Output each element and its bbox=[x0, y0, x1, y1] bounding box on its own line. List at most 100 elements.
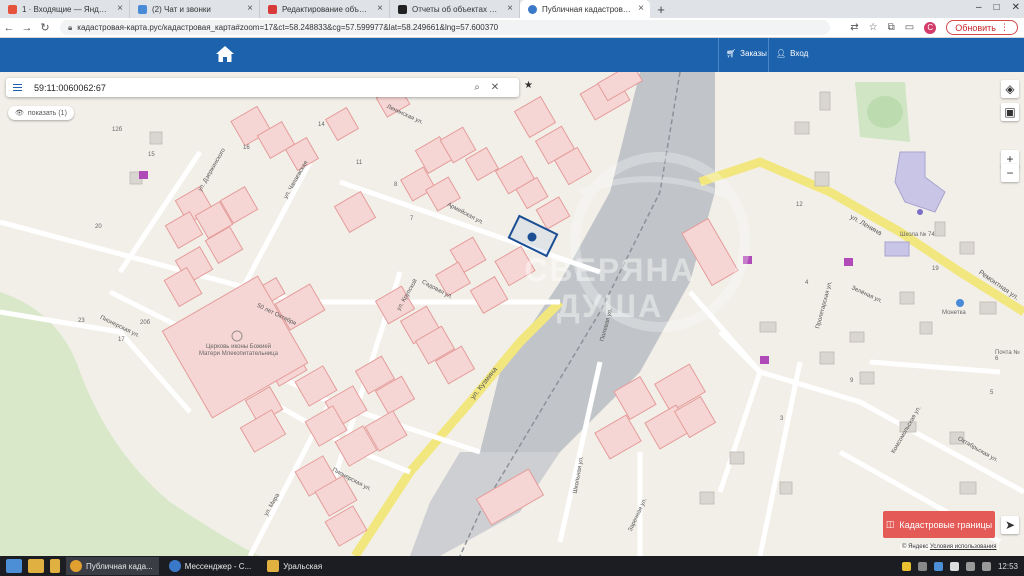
house-number: 11 bbox=[356, 160, 363, 166]
cadastral-search-box: ⌕ ✕ bbox=[6, 78, 519, 97]
fullscreen-icon: ▣ bbox=[1004, 105, 1016, 119]
bookmark-star-icon[interactable]: ☆ bbox=[869, 22, 878, 33]
network-icon[interactable] bbox=[933, 561, 943, 571]
map-layer[interactable] bbox=[0, 72, 1024, 556]
header-divider bbox=[768, 38, 769, 72]
folder-icon bbox=[267, 560, 280, 572]
eye-icon: 👁︎ bbox=[15, 110, 24, 117]
site-header: 🛒︎ Заказы 👤︎ Вход bbox=[0, 38, 1024, 72]
house-number: 20б bbox=[140, 320, 151, 326]
school-annex bbox=[884, 241, 910, 257]
map-copyright: © Яндекс Условия использования bbox=[900, 544, 999, 550]
system-tray: 12:53 bbox=[901, 561, 1024, 571]
files-icon[interactable] bbox=[28, 559, 44, 573]
search-icon[interactable]: ⌕ bbox=[468, 82, 486, 93]
geolocation-button[interactable]: ➤ bbox=[1001, 516, 1019, 534]
reload-icon[interactable]: ↻ bbox=[36, 21, 54, 34]
house-number: 12 bbox=[796, 202, 803, 208]
house-number: 5 bbox=[990, 390, 994, 396]
house-number: 9 bbox=[850, 378, 854, 384]
house-number: 15 bbox=[148, 152, 155, 158]
house-number: 16 bbox=[243, 145, 250, 151]
school-icon bbox=[917, 209, 923, 215]
fullscreen-button[interactable]: ▣ bbox=[1001, 103, 1019, 121]
k-icon bbox=[398, 5, 407, 14]
url-field[interactable]: 🔒︎ кадастровая-карта.рус/кадастровая_кар… bbox=[60, 20, 830, 35]
show-results-button[interactable]: 👁︎ показать (1) bbox=[8, 106, 74, 120]
house-number: 19 bbox=[932, 266, 939, 272]
zoom-out-button[interactable]: − bbox=[1001, 164, 1019, 182]
minimize-icon[interactable]: – bbox=[976, 2, 982, 13]
os-taskbar: Публичная када... Мессенджер - С... Урал… bbox=[0, 556, 1024, 576]
folder-icon[interactable] bbox=[50, 559, 60, 573]
poi-label-school: Школа № 74 bbox=[900, 232, 935, 238]
clock[interactable]: 12:53 bbox=[998, 562, 1018, 571]
browser-tab-active[interactable]: Публичная кадастровая ка × bbox=[520, 0, 650, 18]
close-tab-icon[interactable]: × bbox=[247, 3, 253, 14]
update-button[interactable]: Обновить ⋮ bbox=[946, 20, 1018, 35]
map-canvas[interactable]: СВЕРЯНА ДУША Армейская ул. Ленинская ул.… bbox=[0, 72, 1024, 556]
cadastral-number-input[interactable] bbox=[28, 82, 468, 93]
house-number: 20 bbox=[95, 224, 102, 230]
cadastral-boundaries-button[interactable]: ◫ Кадастровые границы bbox=[883, 511, 995, 538]
mail-icon bbox=[8, 5, 17, 14]
clear-icon[interactable]: ✕ bbox=[486, 82, 504, 93]
close-tab-icon[interactable]: × bbox=[507, 3, 513, 14]
taskbar-task[interactable]: Публичная када... bbox=[66, 557, 159, 575]
menu-icon[interactable] bbox=[6, 78, 28, 97]
warning-icon[interactable] bbox=[901, 561, 911, 571]
selected-parcel-marker[interactable] bbox=[527, 232, 537, 242]
globe-icon bbox=[528, 5, 537, 14]
taskbar-task[interactable]: Уральская bbox=[263, 557, 328, 575]
school-building bbox=[894, 151, 946, 213]
language-flag-icon[interactable] bbox=[949, 561, 959, 571]
stadium-field bbox=[867, 96, 903, 128]
maximize-icon[interactable]: □ bbox=[994, 2, 1000, 13]
volume-icon[interactable] bbox=[965, 561, 975, 571]
window-controls: – □ ✕ bbox=[976, 2, 1020, 13]
start-menu-icon[interactable] bbox=[6, 559, 22, 573]
browser-tab[interactable]: (2) Чат и звонки × bbox=[130, 0, 260, 18]
login-link[interactable]: 👤︎ Вход bbox=[776, 49, 808, 58]
address-bar: ← → ↻ 🔒︎ кадастровая-карта.рус/кадастров… bbox=[0, 18, 1024, 38]
forward-icon[interactable]: → bbox=[18, 22, 36, 34]
poi-label-church: Церковь иконы Божией Матери Млекопитател… bbox=[199, 344, 278, 357]
new-tab-button[interactable]: + bbox=[650, 0, 672, 18]
browser-icon bbox=[168, 560, 181, 572]
store-icon bbox=[956, 299, 964, 307]
house-number: 3 bbox=[780, 416, 784, 422]
house-number: 12б bbox=[112, 127, 123, 133]
close-tab-icon[interactable]: × bbox=[638, 3, 644, 14]
house-number: 4 bbox=[805, 280, 809, 286]
layers-button[interactable]: ◈ bbox=[1001, 80, 1019, 98]
chat-icon bbox=[138, 5, 147, 14]
browser-tab[interactable]: 1 · Входящие — Яндекс Почта× bbox=[0, 0, 130, 18]
house-number: 8 bbox=[394, 182, 398, 188]
close-window-icon[interactable]: ✕ bbox=[1012, 2, 1020, 13]
navigation-arrow-icon: ➤ bbox=[1004, 518, 1016, 532]
poi-label-store: Монетка bbox=[942, 310, 966, 316]
back-icon[interactable]: ← bbox=[0, 22, 18, 34]
browser-tab[interactable]: Отчеты об объектах недвиж× bbox=[390, 0, 520, 18]
header-divider bbox=[718, 38, 719, 72]
terms-link[interactable]: Условия использования bbox=[930, 544, 997, 550]
browser-tab[interactable]: Редактирование объекта #× bbox=[260, 0, 390, 18]
battery-icon[interactable] bbox=[981, 561, 991, 571]
house-number: 14 bbox=[318, 122, 325, 128]
profile-avatar[interactable]: С bbox=[924, 21, 937, 34]
taskbar-task[interactable]: Мессенджер - С... bbox=[165, 557, 258, 575]
lock-icon: 🔒︎ bbox=[68, 22, 73, 32]
more-icon: ⋮ bbox=[1000, 22, 1009, 32]
extensions-icon[interactable]: ⧉ bbox=[888, 22, 895, 33]
favorite-star-icon[interactable]: ★ bbox=[524, 80, 533, 91]
translate-icon[interactable]: ⇄ bbox=[850, 22, 858, 33]
layers-icon: ◈ bbox=[1005, 82, 1015, 96]
close-tab-icon[interactable]: × bbox=[117, 3, 123, 14]
user-icon: 👤︎ bbox=[776, 49, 787, 58]
home-icon[interactable] bbox=[215, 45, 235, 63]
sidebar-icon[interactable]: ▭ bbox=[905, 22, 914, 33]
close-tab-icon[interactable]: × bbox=[377, 3, 383, 14]
house-number: 17 bbox=[118, 337, 125, 343]
orders-link[interactable]: 🛒︎ Заказы bbox=[726, 49, 767, 58]
bluetooth-icon[interactable] bbox=[917, 561, 927, 571]
